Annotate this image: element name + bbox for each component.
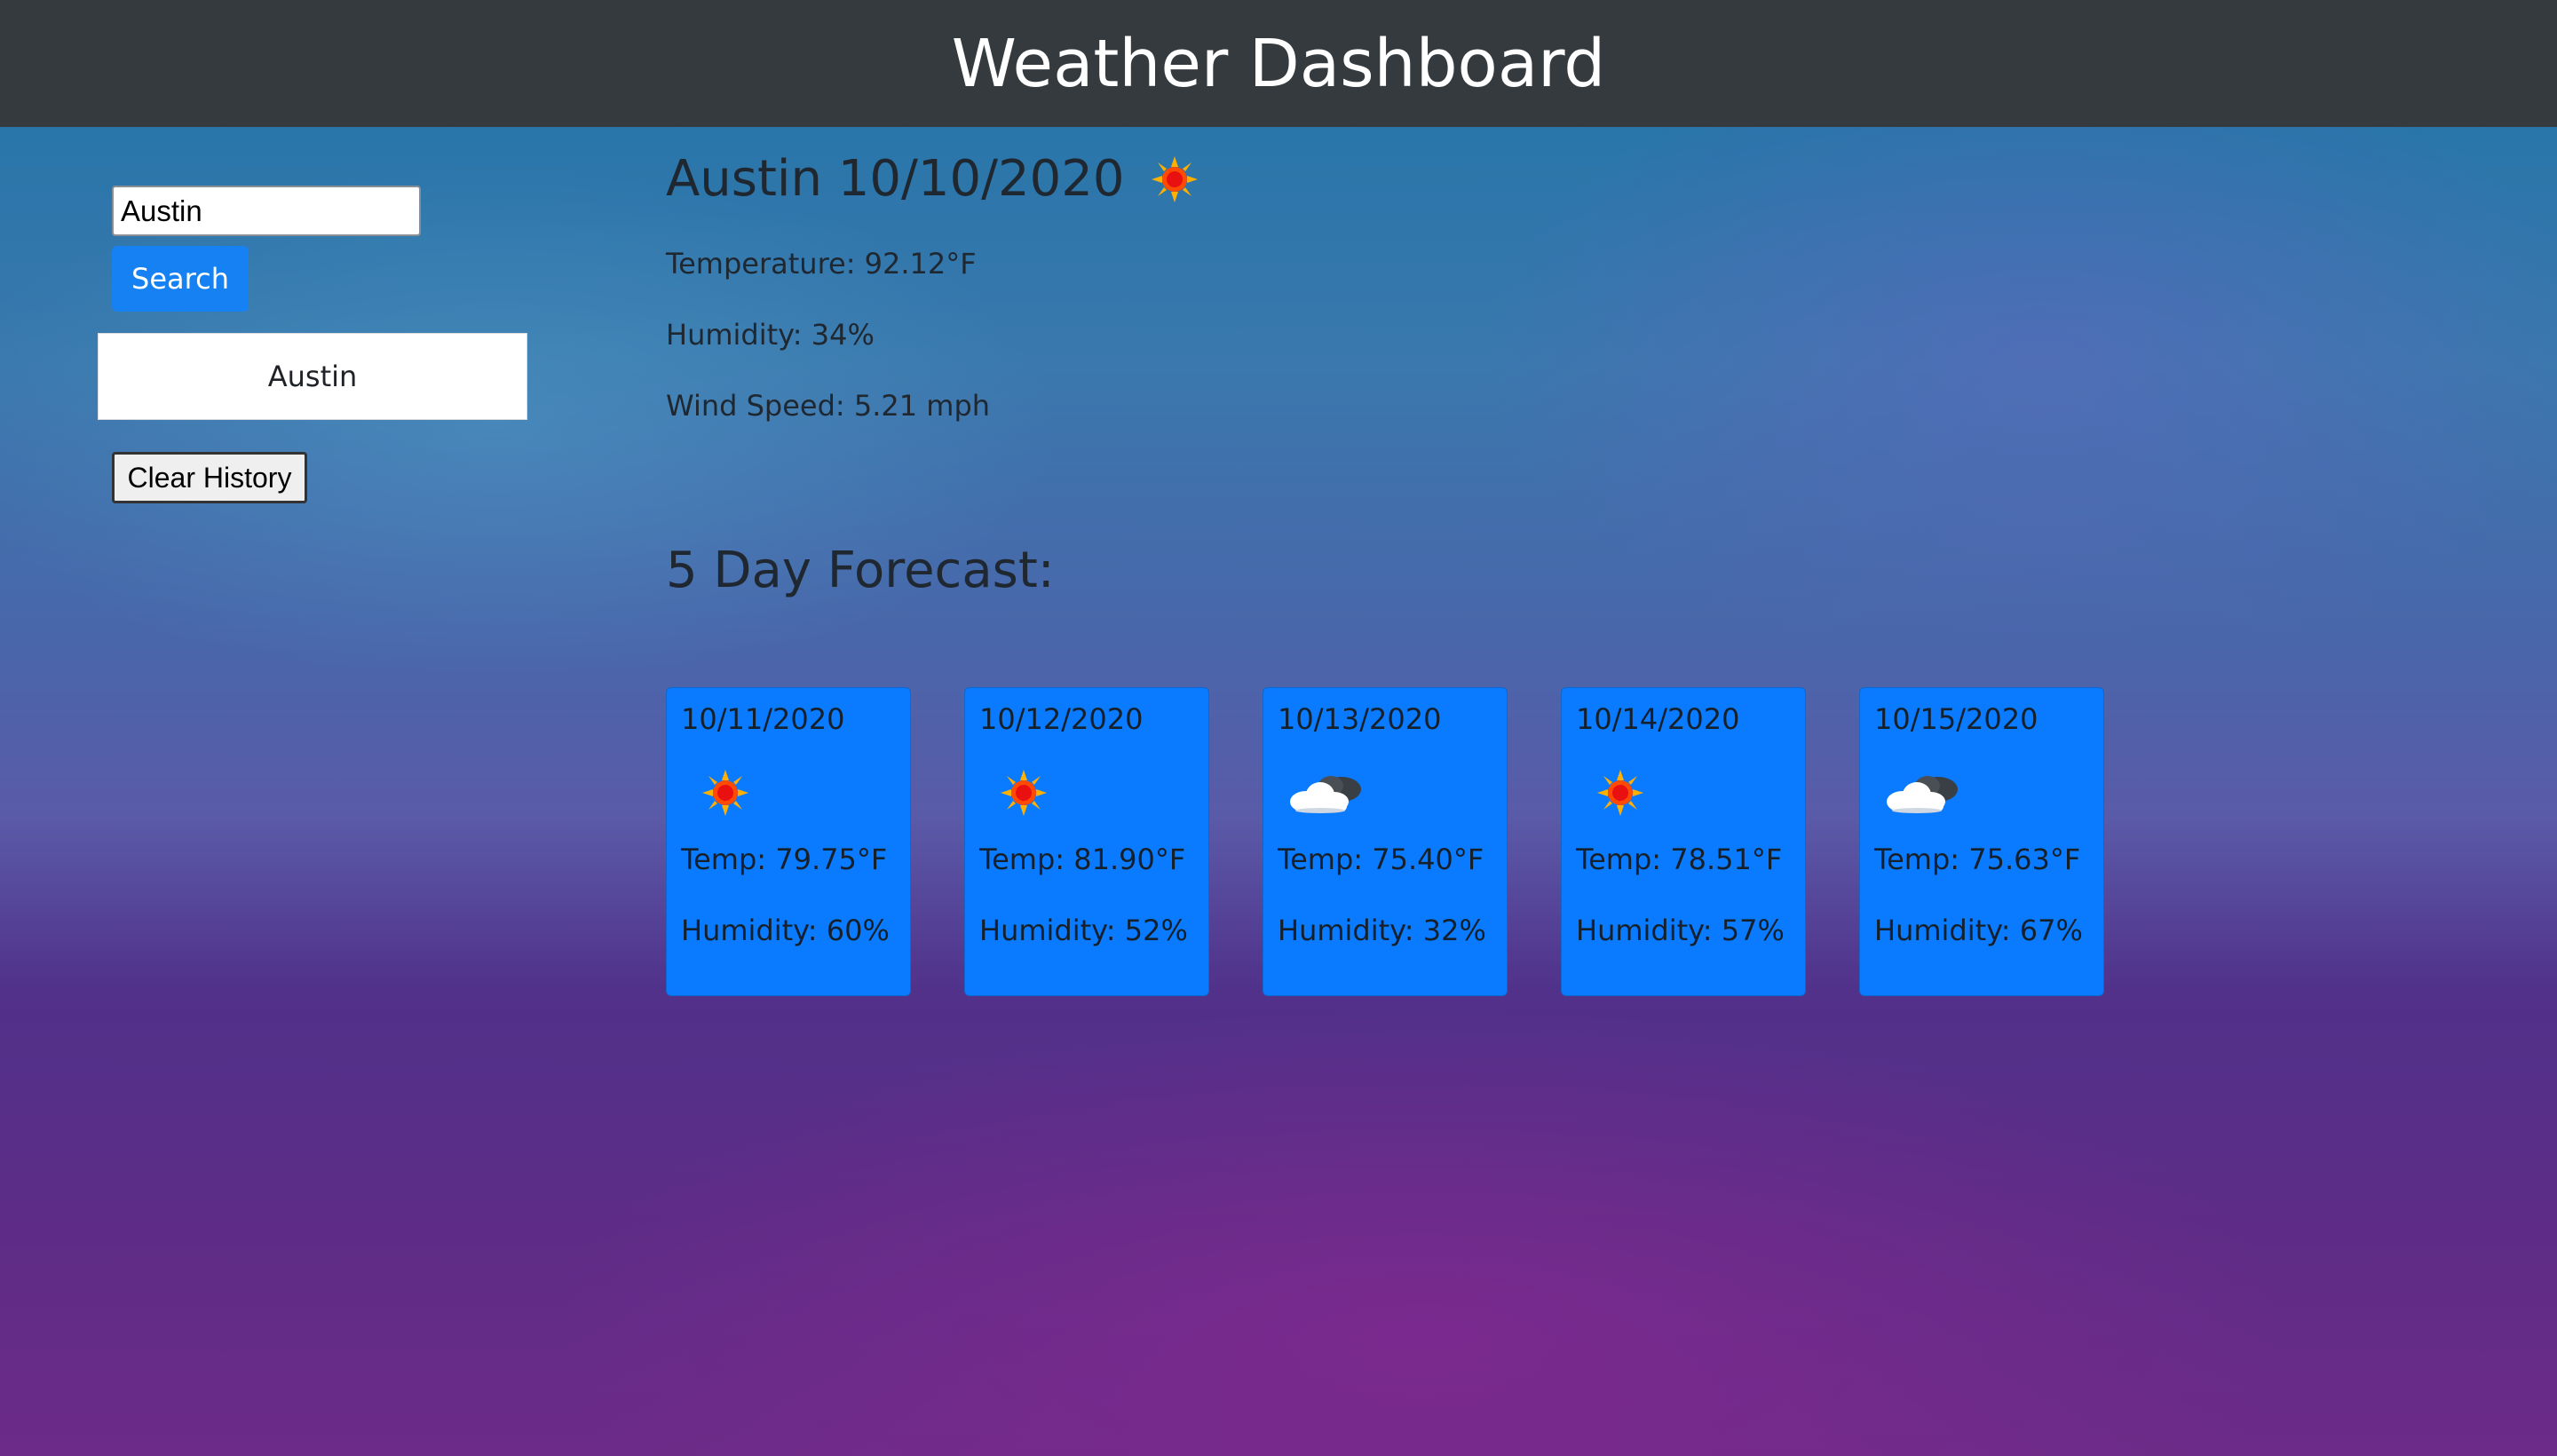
search-input[interactable] — [112, 186, 421, 236]
forecast-humidity: Humidity: 52% — [979, 914, 1188, 947]
current-humidity: Humidity: 34% — [666, 318, 875, 352]
cloud-icon — [1883, 766, 1958, 819]
forecast-temp: Temp: 79.75°F — [681, 843, 888, 876]
forecast-title: 5 Day Forecast: — [666, 542, 1055, 599]
sidebar: Search Austin Clear History — [0, 127, 621, 926]
sun-icon — [1595, 768, 1658, 821]
cloud-icon — [1286, 766, 1361, 819]
forecast-date: 10/12/2020 — [979, 702, 1144, 736]
sun-icon — [1150, 154, 1199, 204]
forecast-date: 10/15/2020 — [1874, 702, 2038, 736]
forecast-temp: Temp: 81.90°F — [979, 843, 1186, 876]
forecast-card: 10/13/2020 Temp: 75.40°F Humidity: 32% — [1263, 687, 1508, 996]
sun-icon — [999, 768, 1061, 821]
forecast-humidity: Humidity: 67% — [1874, 914, 2083, 947]
forecast-humidity: Humidity: 57% — [1576, 914, 1785, 947]
forecast-date: 10/11/2020 — [681, 702, 845, 736]
forecast-card: 10/11/2020 Temp: 79.75°F Humidity: 60% — [666, 687, 911, 996]
search-button[interactable]: Search — [112, 246, 249, 312]
forecast-temp: Temp: 75.40°F — [1278, 843, 1484, 876]
forecast-temp: Temp: 78.51°F — [1576, 843, 1783, 876]
header-bar: Weather Dashboard — [0, 0, 2557, 127]
forecast-cards: 10/11/2020 Temp: 79.75°F Humidity: 60% 1… — [666, 687, 2175, 998]
forecast-temp: Temp: 75.63°F — [1874, 843, 2081, 876]
forecast-humidity: Humidity: 32% — [1278, 914, 1486, 947]
page-title: Weather Dashboard — [951, 25, 1606, 102]
forecast-date: 10/13/2020 — [1278, 702, 1442, 736]
forecast-date: 10/14/2020 — [1576, 702, 1740, 736]
main-content: Austin 10/10/2020 Temperature: 92.12°F H… — [666, 127, 2442, 1015]
forecast-card: 10/15/2020 Temp: 75.63°F Humidity: 67% — [1859, 687, 2104, 996]
current-temperature: Temperature: 92.12°F — [666, 247, 977, 281]
current-weather-header: Austin 10/10/2020 — [666, 150, 1199, 208]
sun-icon — [701, 768, 763, 821]
clear-history-button[interactable]: Clear History — [112, 452, 307, 503]
forecast-card: 10/14/2020 Temp: 78.51°F Humidity: 57% — [1561, 687, 1806, 996]
forecast-card: 10/12/2020 Temp: 81.90°F Humidity: 52% — [964, 687, 1209, 996]
current-city-date: Austin 10/10/2020 — [666, 150, 1125, 208]
current-wind-speed: Wind Speed: 5.21 mph — [666, 389, 991, 423]
forecast-humidity: Humidity: 60% — [681, 914, 890, 947]
history-item-austin[interactable]: Austin — [98, 333, 527, 420]
